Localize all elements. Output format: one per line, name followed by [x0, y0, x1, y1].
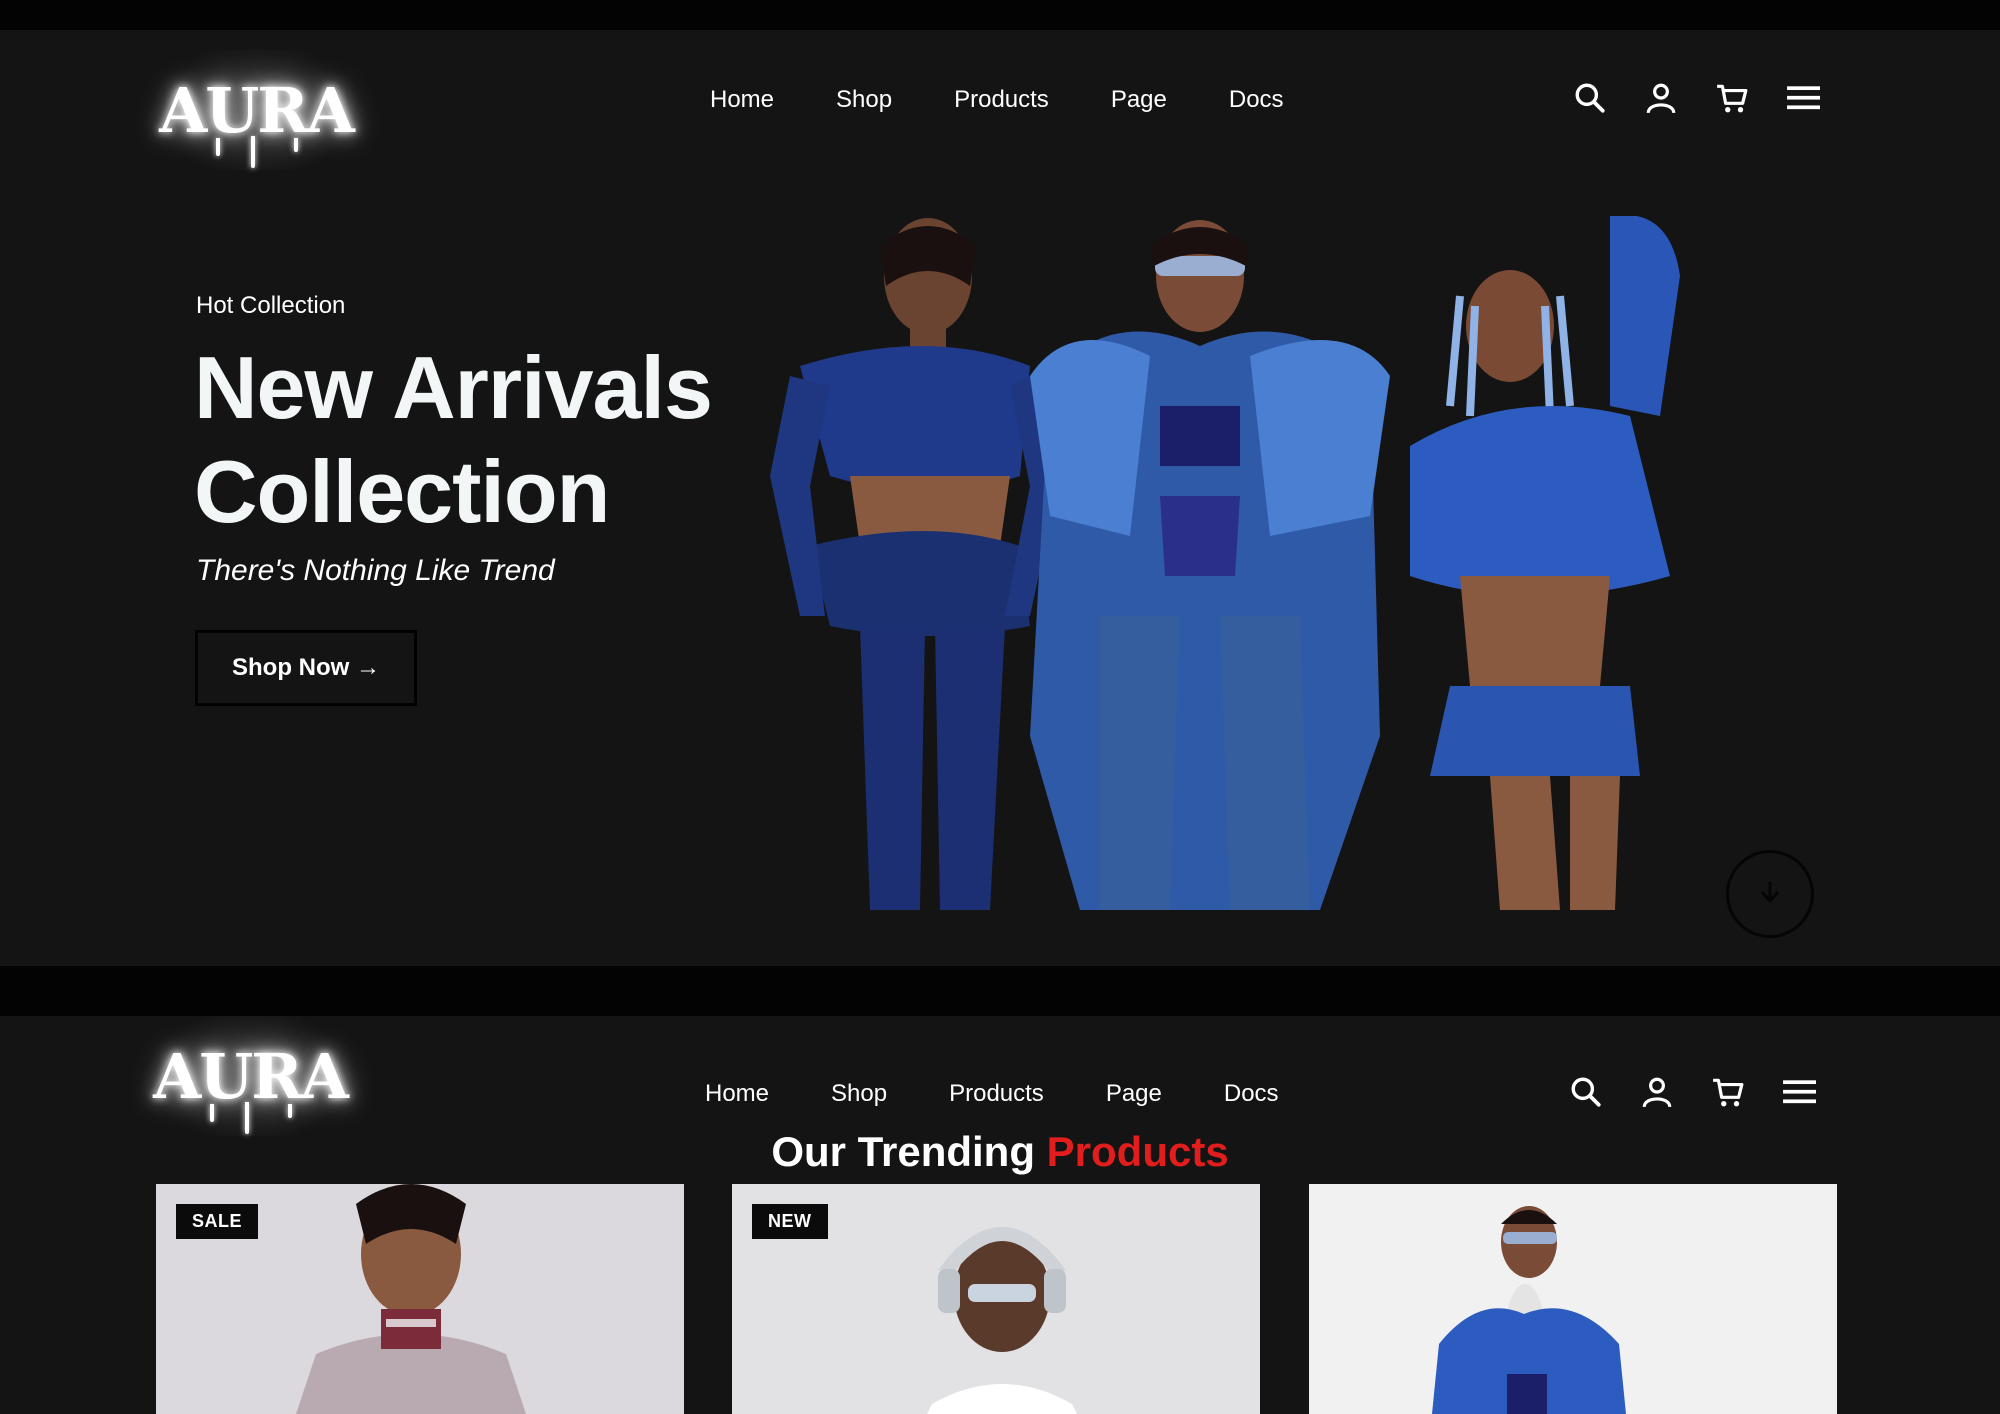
- product-image: [1309, 1184, 1837, 1414]
- menu-icon[interactable]: [1785, 80, 1821, 116]
- hero-headline: New Arrivals Collection: [194, 336, 754, 544]
- section-title-accent: Products: [1046, 1128, 1229, 1175]
- main-nav: Home Shop Products Page Docs: [705, 1080, 1279, 1108]
- aura-logo[interactable]: AURA: [159, 50, 355, 170]
- nav-shop[interactable]: Shop: [836, 86, 892, 114]
- model-center: [1030, 220, 1390, 910]
- hero-tagline: There's Nothing Like Trend: [196, 554, 555, 587]
- logo-drip: [294, 138, 298, 152]
- nav-page[interactable]: Page: [1106, 1080, 1162, 1108]
- logo-text: AURA: [159, 73, 355, 147]
- logo-drip: [210, 1104, 214, 1122]
- user-icon[interactable]: [1639, 1074, 1675, 1110]
- nav-home[interactable]: Home: [710, 86, 774, 114]
- aura-logo[interactable]: AURA: [153, 1016, 349, 1136]
- products-frame: AURA Home Shop Products Page Docs Our Tr…: [0, 1016, 2000, 1414]
- nav-products[interactable]: Products: [949, 1080, 1044, 1108]
- nav-page[interactable]: Page: [1111, 86, 1167, 114]
- shop-now-button[interactable]: Shop Now →: [195, 630, 417, 706]
- logo-drip: [216, 138, 220, 156]
- search-icon[interactable]: [1568, 1074, 1604, 1110]
- model-left: [770, 218, 1060, 910]
- hero-models-image: [770, 216, 1680, 910]
- main-nav: Home Shop Products Page Docs: [710, 86, 1284, 114]
- search-icon[interactable]: [1572, 80, 1608, 116]
- headline-line-2: Collection: [194, 442, 610, 541]
- hero-eyebrow: Hot Collection: [196, 292, 346, 319]
- nav-docs[interactable]: Docs: [1229, 86, 1284, 114]
- logo-text: AURA: [153, 1039, 349, 1113]
- new-badge: NEW: [752, 1204, 828, 1239]
- product-card[interactable]: [1309, 1184, 1837, 1414]
- model-right: [1410, 216, 1680, 910]
- nav-docs[interactable]: Docs: [1224, 1080, 1279, 1108]
- headline-line-1: New Arrivals: [194, 338, 713, 437]
- arrow-down-icon: [1756, 878, 1784, 911]
- logo-drip: [251, 136, 255, 168]
- logo-drip: [288, 1104, 292, 1118]
- header-actions: [1568, 1074, 1817, 1110]
- user-icon[interactable]: [1643, 80, 1679, 116]
- hero-frame: AURA Home Shop Products Page Docs Hot Co…: [0, 30, 2000, 966]
- product-card[interactable]: NEW: [732, 1184, 1260, 1414]
- scroll-down-button[interactable]: [1726, 850, 1814, 938]
- cart-icon[interactable]: [1714, 80, 1750, 116]
- nav-home[interactable]: Home: [705, 1080, 769, 1108]
- cart-icon[interactable]: [1710, 1074, 1746, 1110]
- section-title-main: Our Trending: [771, 1128, 1047, 1175]
- product-card[interactable]: SALE: [156, 1184, 684, 1414]
- nav-products[interactable]: Products: [954, 86, 1049, 114]
- header-actions: [1572, 80, 1821, 116]
- section-title: Our Trending Products: [0, 1128, 2000, 1176]
- menu-icon[interactable]: [1781, 1074, 1817, 1110]
- nav-shop[interactable]: Shop: [831, 1080, 887, 1108]
- sale-badge: SALE: [176, 1204, 259, 1239]
